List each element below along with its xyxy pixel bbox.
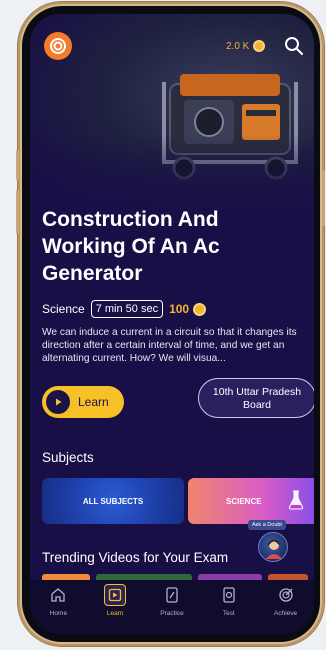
test-icon	[218, 584, 240, 606]
hero-banner	[30, 14, 314, 214]
trending-heading: Trending Videos for Your Exam	[42, 550, 229, 565]
video-subject: Science	[42, 302, 85, 316]
coin-icon	[193, 302, 207, 316]
video-description: We can induce a current in a circuit so …	[42, 327, 297, 364]
coin-icon	[253, 40, 266, 52]
learn-button[interactable]: Learn	[42, 386, 124, 418]
video-points: 100	[169, 302, 207, 316]
nav-item-test[interactable]: Test	[203, 584, 255, 617]
nav-item-learn[interactable]: Learn	[89, 584, 141, 617]
board-button[interactable]: 10th Uttar Pradesh Board	[198, 378, 314, 418]
nav-item-achieve[interactable]: Achieve	[260, 584, 312, 617]
learn-icon	[104, 584, 127, 606]
nav-label-test: Test	[222, 610, 235, 617]
volume-up-button	[16, 150, 19, 180]
nav-label-practice: Practice	[160, 610, 184, 617]
volume-down-button	[16, 190, 19, 234]
nav-item-practice[interactable]: Practice	[146, 584, 198, 617]
subject-card-all[interactable]: ALL SUBJECTS	[42, 478, 184, 524]
ask-doubt-avatar[interactable]	[258, 532, 288, 562]
subjects-heading: Subjects	[42, 450, 94, 465]
logo-icon[interactable]	[44, 32, 72, 60]
flask-icon	[288, 490, 304, 510]
ask-doubt-label[interactable]: Ask a Doubt	[248, 520, 286, 530]
video-meta: Science 7 min 50 sec 100	[42, 300, 207, 318]
video-points-value: 100	[169, 302, 190, 316]
practice-icon	[161, 584, 183, 606]
search-icon[interactable]	[284, 36, 304, 56]
bottom-nav: Home Learn Practice Test Achieve	[30, 580, 314, 634]
power-button	[322, 170, 325, 226]
play-icon	[46, 390, 70, 414]
home-icon	[47, 584, 69, 606]
nav-label-achieve: Achieve	[274, 610, 298, 617]
video-title: Construction And Working Of An Ac Genera…	[42, 208, 220, 285]
nav-label-home: Home	[49, 610, 68, 617]
coin-balance[interactable]: 2.0 K	[226, 40, 266, 52]
app-screen: 2.0 K Construction And Working Of An Ac …	[30, 14, 314, 634]
video-duration: 7 min 50 sec	[90, 300, 164, 318]
learn-button-label: Learn	[78, 395, 109, 409]
device-mockup: 2.0 K Construction And Working Of An Ac …	[0, 0, 326, 650]
nav-label-learn: Learn	[106, 610, 124, 617]
nav-item-home[interactable]: Home	[32, 584, 84, 617]
hero-gradient-overlay	[30, 134, 314, 214]
coin-balance-value: 2.0 K	[226, 40, 250, 52]
achieve-icon	[275, 584, 297, 606]
